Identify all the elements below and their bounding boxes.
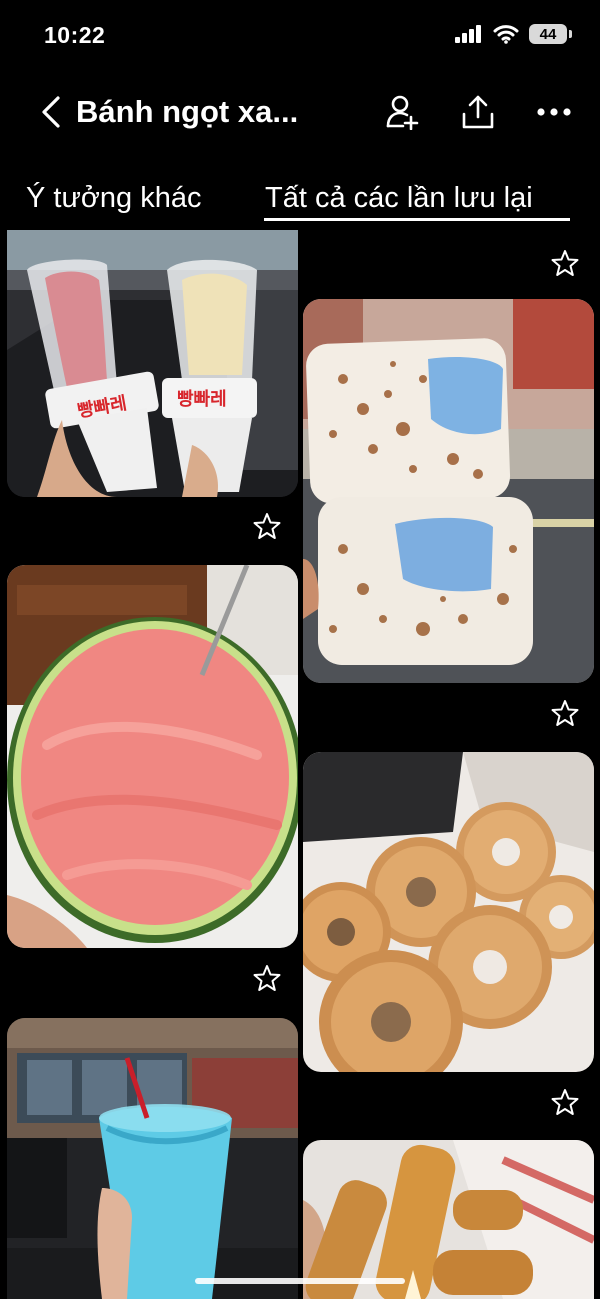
tab-all-saves[interactable]: Tất cả các lần lưu lại [265,182,533,215]
board-tabs: Ý tưởng khác Tất cả các lần lưu lại [0,172,600,232]
board-header: Bánh ngọt xa... [0,80,600,144]
wifi-icon [493,25,519,44]
star-icon [253,513,281,539]
invite-collaborator-button[interactable] [380,90,424,134]
status-time: 10:22 [44,22,106,48]
save-button-pin-4[interactable] [549,1086,581,1118]
pin-glazed-donuts[interactable] [303,752,594,1072]
home-indicator[interactable] [195,1278,405,1284]
star-icon [551,250,579,276]
ice-cream-cones-image [7,230,298,497]
pin-watermelon-sorbet[interactable] [7,565,298,948]
save-button-pin-0[interactable] [549,247,581,279]
ice-cream-package-text-2: 빵빠레 [177,389,227,410]
add-person-icon [386,95,419,130]
share-button[interactable] [456,90,500,134]
marshmallow-ice-cream-image [303,299,594,683]
star-icon [551,700,579,726]
save-button-pin-3[interactable] [251,962,283,994]
blue-slushie-image [7,1018,298,1299]
pin-previous-sliver[interactable] [303,230,594,234]
status-icons: 44 [455,24,572,44]
more-options-button[interactable] [532,90,576,134]
signal-icon [455,25,481,43]
status-bar: 10:22 44 [0,0,600,72]
save-button-pin-2[interactable] [549,697,581,729]
save-button-pin-1[interactable] [251,510,283,542]
battery-indicator: 44 [529,24,567,44]
star-icon [253,965,281,991]
more-icon [537,108,571,116]
chevron-left-icon [42,96,60,128]
board-title: Bánh ngọt xa... [76,94,299,129]
star-icon [551,1089,579,1115]
pin-ice-cream-cones[interactable]: 빵빠레 빵빠레 [7,230,298,497]
glazed-donuts-image [303,752,594,1072]
watermelon-sorbet-image [7,565,298,948]
active-tab-underline [264,218,570,221]
pin-torched-marshmallow-ice-cream[interactable] [303,299,594,683]
cheese-sticks-image [303,1140,594,1299]
battery-cap [569,30,572,38]
back-button[interactable] [34,92,68,132]
share-icon [462,95,494,129]
tab-more-ideas[interactable]: Ý tưởng khác [26,182,201,215]
pin-fried-cheese-sticks[interactable] [303,1140,594,1299]
pin-blue-slushie[interactable] [7,1018,298,1299]
